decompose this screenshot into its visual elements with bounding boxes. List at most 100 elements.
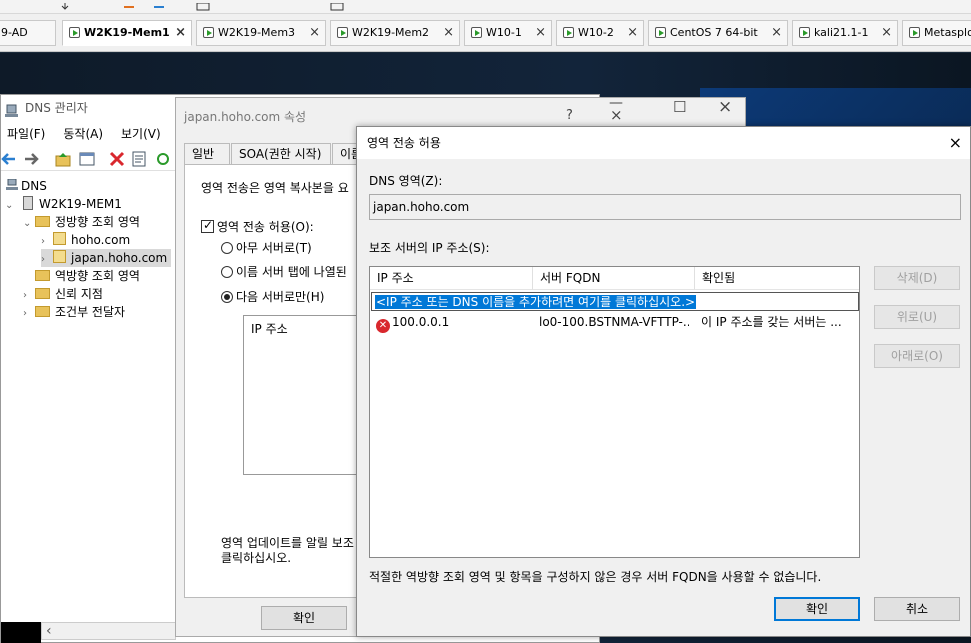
window-close-icon[interactable]: × xyxy=(718,97,732,117)
ok-button[interactable]: 확인 xyxy=(774,597,860,621)
vm-tab-label: W2K19-Mem1 xyxy=(84,26,170,39)
fqdn-note: 적절한 역방향 조회 영역 및 항목을 구성하지 않은 경우 서버 FQDN을 … xyxy=(369,570,822,584)
table-row[interactable]: ✕ 100.0.0.1 lo0-100.BSTNMA-VFTTP-... 이 IP… xyxy=(370,312,859,333)
folder-icon xyxy=(35,270,50,281)
add-server-input[interactable]: <IP 주소 또는 DNS 이름을 추가하려면 여기를 클릭하십시오.> xyxy=(371,292,859,311)
tree-item-label: 정방향 조회 영역 xyxy=(55,215,140,229)
tree-item-conditional-forwarders[interactable]: › 조건부 전달자 xyxy=(23,303,125,321)
vm-tab-label: W10-1 xyxy=(486,26,522,39)
close-tab-icon[interactable]: × xyxy=(881,21,892,45)
tree-item-label: 신뢰 지점 xyxy=(55,287,103,301)
radio-name-servers[interactable]: 이름 서버 탭에 나열된 xyxy=(221,263,347,280)
tree-item-label: 역방향 조회 영역 xyxy=(55,269,140,283)
tree-item-dns[interactable]: DNS xyxy=(5,177,47,195)
cancel-button[interactable]: 취소 xyxy=(874,597,960,621)
close-tab-icon[interactable]: × xyxy=(771,21,782,45)
ip-cell: ✕ 100.0.0.1 xyxy=(376,312,526,333)
properties-icon[interactable] xyxy=(131,151,147,167)
tree-item-server[interactable]: ⌄ W2K19-MEM1 xyxy=(5,195,122,213)
secondary-servers-list[interactable]: IP 주소 서버 FQDN 확인됨 <IP 주소 또는 DNS 이름을 추가하려… xyxy=(369,266,860,558)
console-tree: DNS ⌄ W2K19-MEM1 ⌄ 정방향 조회 영역 › hoho.com › ja… xyxy=(1,175,176,625)
forward-icon[interactable] xyxy=(23,151,39,167)
zone-transfer-description: 영역 전송은 영역 복사본을 요 xyxy=(201,181,349,195)
revert-icon[interactable] xyxy=(122,0,136,8)
chevron-down-icon[interactable]: ⌄ xyxy=(5,197,17,215)
close-tab-icon[interactable]: × xyxy=(309,21,320,45)
up-folder-icon[interactable] xyxy=(55,151,71,167)
menu-file[interactable]: 파일(F) xyxy=(7,127,45,141)
close-tab-icon[interactable]: × xyxy=(627,21,638,45)
vm-tab-active[interactable]: W2K19-Mem1 × xyxy=(62,20,192,46)
close-tab-icon[interactable]: × xyxy=(535,21,546,45)
move-up-button[interactable]: 위로(U) xyxy=(874,305,960,329)
close-icon[interactable]: × xyxy=(949,127,962,159)
snapshot-icon[interactable] xyxy=(152,0,166,8)
radio-any-server[interactable]: 아무 서버로(T) xyxy=(221,239,312,256)
ok-button[interactable]: 확인 xyxy=(261,606,347,630)
chevron-down-icon[interactable]: ⌄ xyxy=(23,215,35,233)
column-header-fqdn[interactable]: 서버 FQDN xyxy=(533,267,695,290)
move-down-button[interactable]: 아래로(O) xyxy=(874,344,960,368)
delete-button[interactable]: 삭제(D) xyxy=(874,266,960,290)
column-header-verified[interactable]: 확인됨 xyxy=(695,267,859,290)
show-hide-tree-icon[interactable] xyxy=(79,151,95,167)
vm-tab[interactable]: W10-1 × xyxy=(464,20,552,46)
secondary-servers-label: 보조 서버의 IP 주소(S): xyxy=(369,241,490,255)
fqdn-cell: lo0-100.BSTNMA-VFTTP-... xyxy=(539,315,689,329)
vm-tab[interactable]: Metasploi xyxy=(902,20,971,46)
vm-tab[interactable]: CentOS 7 64-bit × xyxy=(648,20,788,46)
dialog-titlebar: 영역 전송 허용 × xyxy=(357,127,970,159)
close-tab-icon[interactable]: × xyxy=(443,21,454,45)
horizontal-scrollbar[interactable]: ‹ xyxy=(41,622,176,640)
chevron-right-icon[interactable]: › xyxy=(23,305,35,323)
allow-zone-transfer-checkbox[interactable]: 영역 전송 허용(O): xyxy=(201,218,314,235)
window-title-text: DNS 관리자 xyxy=(25,101,88,115)
ip-value: 100.0.0.1 xyxy=(392,315,450,329)
radio-only-following[interactable]: 다음 서버로만(H) xyxy=(221,288,324,305)
vm-tab[interactable]: W10-2 × xyxy=(556,20,644,46)
notify-text-line2: 클릭하십시오. xyxy=(221,551,292,565)
menu-view[interactable]: 보기(V) xyxy=(121,127,161,141)
chevron-left-icon[interactable]: ‹ xyxy=(46,623,52,639)
tree-item-hoho-com[interactable]: › hoho.com xyxy=(41,231,130,249)
tree-item-label: 조건부 전달자 xyxy=(55,305,126,319)
tree-item-japan-hoho-com[interactable]: › japan.hoho.com xyxy=(41,249,172,267)
vm-icon xyxy=(471,27,482,38)
help-button[interactable]: ? xyxy=(566,108,573,123)
vm-tab[interactable]: 9-AD xyxy=(0,20,56,46)
ip-address-list[interactable]: IP 주소 xyxy=(243,315,373,475)
vm-tab-label: W2K19-Mem2 xyxy=(352,26,430,39)
dialog-title: japan.hoho.com 속성 xyxy=(184,110,307,124)
status-cell: 이 IP 주소를 갖는 서버는 ... xyxy=(701,315,842,329)
zone-icon xyxy=(53,232,66,245)
tree-item-trust-points[interactable]: › 신뢰 지점 xyxy=(23,285,103,303)
vm-tab[interactable]: kali21.1-1 × xyxy=(792,20,898,46)
refresh-icon[interactable] xyxy=(155,151,171,167)
vm-tab[interactable]: W2K19-Mem2 × xyxy=(330,20,460,46)
download-icon[interactable] xyxy=(58,0,72,10)
minimize-icon[interactable]: — xyxy=(609,95,623,111)
menu-action[interactable]: 동작(A) xyxy=(63,127,103,141)
folder-icon xyxy=(35,216,50,227)
close-tab-icon[interactable]: × xyxy=(175,21,186,45)
tree-item-label: W2K19-MEM1 xyxy=(39,197,122,211)
vm-tab-label: W10-2 xyxy=(578,26,614,39)
tab-general[interactable]: 일반 xyxy=(184,143,230,165)
column-header-ip[interactable]: IP 주소 xyxy=(370,267,533,290)
delete-icon[interactable] xyxy=(109,151,125,167)
fullscreen-icon[interactable] xyxy=(330,0,344,11)
back-icon[interactable] xyxy=(1,151,17,167)
maximize-icon[interactable]: ☐ xyxy=(673,98,686,116)
tree-item-label: hoho.com xyxy=(71,233,131,247)
dns-app-icon xyxy=(5,101,19,117)
vm-tab[interactable]: W2K19-Mem3 × xyxy=(196,20,326,46)
tree-item-reverse-zones[interactable]: 역방향 조회 영역 xyxy=(35,267,140,285)
folder-icon xyxy=(35,306,50,317)
vm-icon xyxy=(655,27,666,38)
tab-soa[interactable]: SOA(권한 시작) xyxy=(231,143,331,165)
view-icon[interactable] xyxy=(196,0,210,11)
tree-item-forward-zones[interactable]: ⌄ 정방향 조회 영역 xyxy=(23,213,140,231)
radio-label: 이름 서버 탭에 나열된 xyxy=(236,265,347,279)
radio-label: 다음 서버로만(H) xyxy=(236,290,325,304)
vm-tab-label: CentOS 7 64-bit xyxy=(670,26,758,39)
